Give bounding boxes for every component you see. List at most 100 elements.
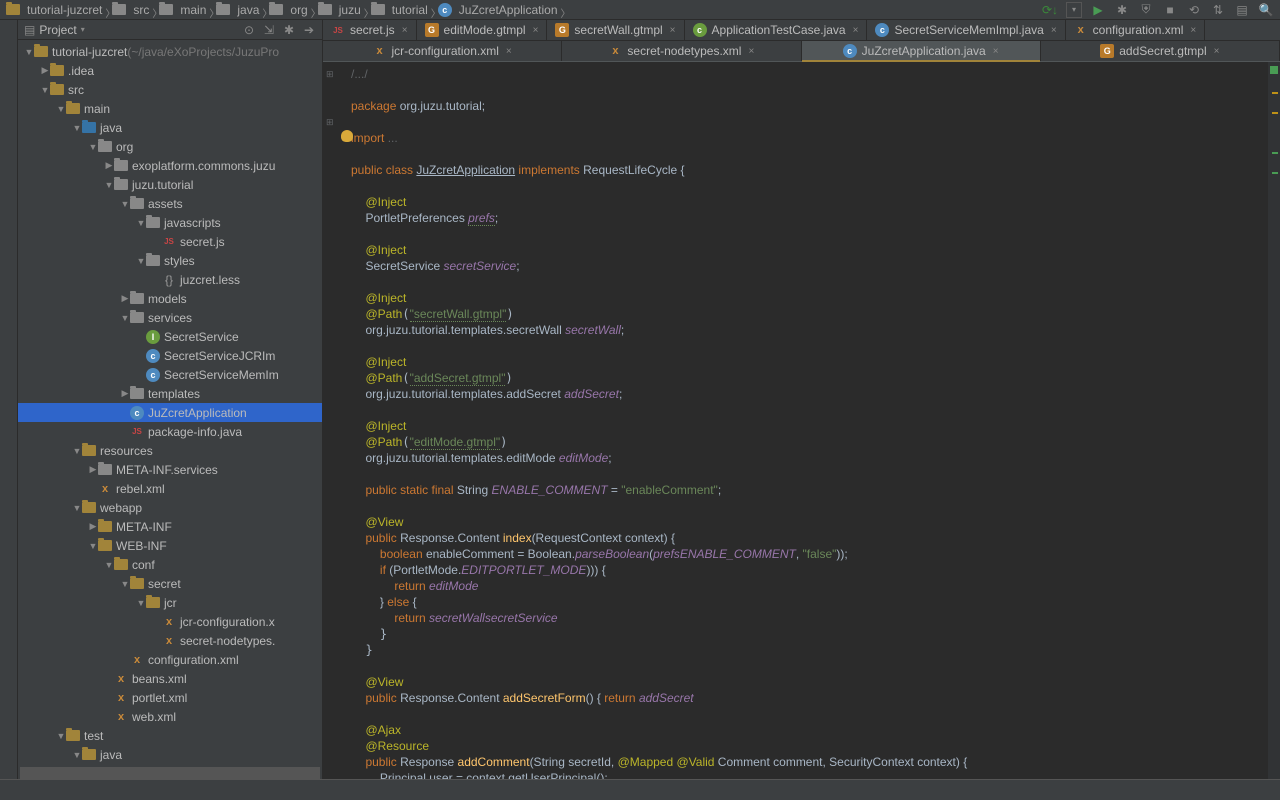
search-icon[interactable]: 🔍 <box>1258 2 1274 18</box>
tree-node[interactable]: web.xml <box>18 707 322 726</box>
editor-tab[interactable]: secretWall.gtmpl× <box>547 20 684 40</box>
code-editor[interactable]: ⊞ ⊞ /.../ package org.juzu.tutorial; imp… <box>323 62 1280 779</box>
error-stripe[interactable] <box>1268 62 1280 779</box>
tree-node[interactable]: ▼java <box>18 745 322 764</box>
breadcrumb-item[interactable]: cJuZcretApplication <box>438 3 566 17</box>
editor-tab[interactable]: jcr-configuration.xml× <box>323 41 562 61</box>
breadcrumb-item[interactable]: tutorial-juzcret <box>6 3 110 17</box>
project-title[interactable]: Project <box>39 23 76 37</box>
tree-node[interactable]: ▼main <box>18 99 322 118</box>
editor-tab[interactable]: secret.js× <box>323 20 417 40</box>
tree-node[interactable]: ▼webapp <box>18 498 322 517</box>
tree-node[interactable]: ▼test <box>18 726 322 745</box>
close-icon[interactable]: × <box>1214 46 1220 57</box>
editor-tab[interactable]: cApplicationTestCase.java× <box>685 20 868 40</box>
tree-node[interactable]: ▼juzu.tutorial <box>18 175 322 194</box>
editor-tabs-row-1: secret.js×editMode.gtmpl×secretWall.gtmp… <box>323 20 1280 41</box>
tree-node[interactable]: ISecretService <box>18 327 322 346</box>
editor-tab[interactable]: configuration.xml× <box>1066 20 1206 40</box>
breadcrumb-item[interactable]: src <box>112 3 157 17</box>
tree-node[interactable]: configuration.xml <box>18 650 322 669</box>
editor-tab[interactable]: cSecretServiceMemImpl.java× <box>867 20 1065 40</box>
tree-node[interactable]: cSecretServiceJCRIm <box>18 346 322 365</box>
tree-node[interactable]: ▶models <box>18 289 322 308</box>
tree-node[interactable]: beans.xml <box>18 669 322 688</box>
breadcrumb-item[interactable]: main <box>159 3 214 17</box>
tree-node[interactable]: rebel.xml <box>18 479 322 498</box>
warning-mark[interactable] <box>1272 92 1278 94</box>
autoscroll-icon[interactable]: ⊙ <box>242 23 256 37</box>
tree-node[interactable]: ▼javascripts <box>18 213 322 232</box>
tree-node[interactable]: ▶META-INF <box>18 517 322 536</box>
editor-tab[interactable]: addSecret.gtmpl× <box>1041 41 1280 61</box>
fold-toggle[interactable]: ⊞ <box>326 114 334 130</box>
scrollbar[interactable] <box>20 767 320 779</box>
editor-area: secret.js×editMode.gtmpl×secretWall.gtmp… <box>323 20 1280 779</box>
status-bar <box>0 779 1280 800</box>
stop-button[interactable]: ■ <box>1162 2 1178 18</box>
ok-mark[interactable] <box>1272 172 1278 174</box>
tree-node[interactable]: cSecretServiceMemIm <box>18 365 322 384</box>
settings-icon[interactable]: ✱ <box>282 23 296 37</box>
project-panel: ▤ Project ▾ ⊙ ⇲ ✱ ➔ ▼tutorial-juzcret (~… <box>18 20 323 779</box>
tree-node[interactable]: ▼secret <box>18 574 322 593</box>
reload-button[interactable]: ⟲ <box>1186 2 1202 18</box>
tree-node[interactable]: ▼WEB-INF <box>18 536 322 555</box>
run-button[interactable]: ▶ <box>1090 2 1106 18</box>
tree-node[interactable]: cJuZcretApplication <box>18 403 322 422</box>
breadcrumb-item[interactable]: org <box>269 3 315 17</box>
coverage-button[interactable]: ⛨ <box>1138 2 1154 18</box>
debug-button[interactable]: ✱ <box>1114 2 1130 18</box>
close-icon[interactable]: × <box>853 25 859 36</box>
breadcrumb-item[interactable]: juzu <box>318 3 369 17</box>
close-icon[interactable]: × <box>670 25 676 36</box>
tree-node[interactable]: ▶.idea <box>18 61 322 80</box>
inspection-indicator[interactable] <box>1270 66 1278 74</box>
tree-node[interactable]: secret.js <box>18 232 322 251</box>
tree-node[interactable]: ▼src <box>18 80 322 99</box>
editor-tab[interactable]: cJuZcretApplication.java× <box>802 41 1041 61</box>
tree-node[interactable]: ▼org <box>18 137 322 156</box>
tree-node[interactable]: ▶templates <box>18 384 322 403</box>
close-icon[interactable]: × <box>1051 25 1057 36</box>
collapse-icon[interactable]: ⇲ <box>262 23 276 37</box>
tree-node[interactable]: jcr-configuration.x <box>18 612 322 631</box>
close-icon[interactable]: × <box>1190 25 1196 36</box>
breadcrumb-item[interactable]: java <box>216 3 267 17</box>
close-icon[interactable]: × <box>993 46 999 57</box>
tree-node[interactable]: ▼resources <box>18 441 322 460</box>
project-tree[interactable]: ▼tutorial-juzcret (~/java/eXoProjects/Ju… <box>18 40 322 767</box>
tree-node[interactable]: package-info.java <box>18 422 322 441</box>
tree-node[interactable]: ▶exoplatform.commons.juzu <box>18 156 322 175</box>
project-dropdown-icon[interactable]: ▤ <box>24 23 35 37</box>
close-icon[interactable]: × <box>748 46 754 57</box>
tree-node[interactable]: ▼java <box>18 118 322 137</box>
tree-node[interactable]: ▼tutorial-juzcret (~/java/eXoProjects/Ju… <box>18 42 322 61</box>
ok-mark[interactable] <box>1272 152 1278 154</box>
tree-node[interactable]: ▼jcr <box>18 593 322 612</box>
fold-toggle[interactable]: ⊞ <box>326 66 334 82</box>
make-button[interactable]: ⟳↓ <box>1042 2 1058 18</box>
tree-node[interactable]: portlet.xml <box>18 688 322 707</box>
hide-icon[interactable]: ➔ <box>302 23 316 37</box>
tree-node[interactable]: secret-nodetypes. <box>18 631 322 650</box>
editor-tab[interactable]: editMode.gtmpl× <box>417 20 548 40</box>
close-icon[interactable]: × <box>533 25 539 36</box>
code-content[interactable]: /.../ package org.juzu.tutorial; import … <box>333 66 1280 779</box>
close-icon[interactable]: × <box>506 46 512 57</box>
vcs-button[interactable]: ⇅ <box>1210 2 1226 18</box>
close-icon[interactable]: × <box>402 25 408 36</box>
intention-bulb-icon[interactable] <box>341 130 353 142</box>
breadcrumb-item[interactable]: tutorial <box>371 3 436 17</box>
structure-button[interactable]: ▤ <box>1234 2 1250 18</box>
breadcrumb: tutorial-juzcretsrcmainjavaorgjuzututori… <box>6 3 566 17</box>
tree-node[interactable]: ▼conf <box>18 555 322 574</box>
tree-node[interactable]: ▼services <box>18 308 322 327</box>
tree-node[interactable]: ▼assets <box>18 194 322 213</box>
run-config-dropdown[interactable] <box>1066 2 1082 18</box>
warning-mark[interactable] <box>1272 112 1278 114</box>
editor-tab[interactable]: secret-nodetypes.xml× <box>562 41 801 61</box>
tree-node[interactable]: juzcret.less <box>18 270 322 289</box>
tree-node[interactable]: ▶META-INF.services <box>18 460 322 479</box>
tree-node[interactable]: ▼styles <box>18 251 322 270</box>
